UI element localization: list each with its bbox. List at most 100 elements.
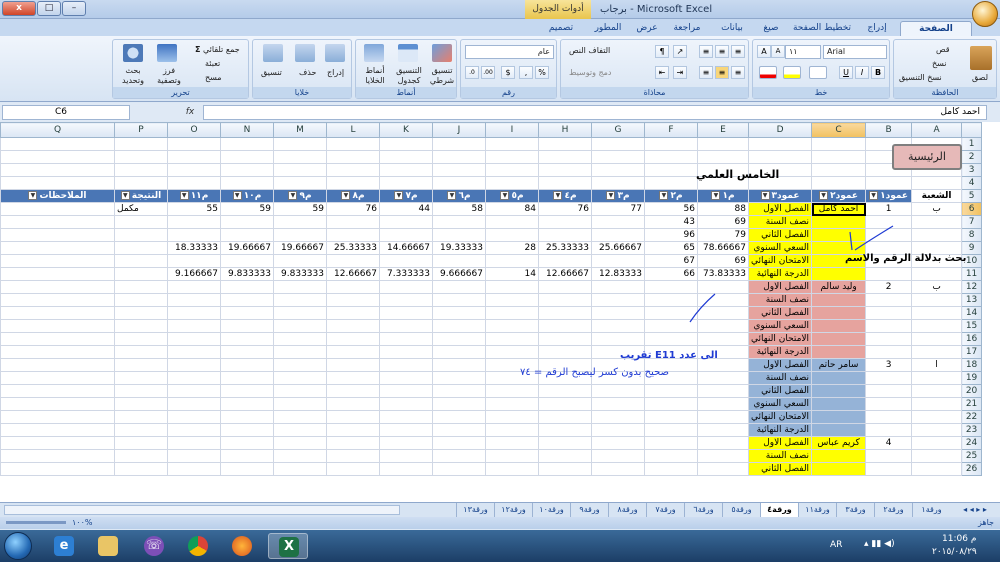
cell-k20[interactable] (379, 384, 433, 398)
minimize-button[interactable]: – (62, 1, 86, 16)
cell-b26[interactable] (865, 462, 913, 476)
cell-c15[interactable] (811, 319, 867, 333)
cell-k23[interactable] (379, 423, 433, 437)
cell-i13[interactable] (485, 293, 539, 307)
cell-m16[interactable] (273, 332, 327, 346)
sheet-tab[interactable]: ورقة٤ (760, 503, 798, 517)
cell-n23[interactable] (220, 423, 274, 437)
font-color-icon[interactable] (759, 66, 777, 79)
column-header-d[interactable]: D (747, 122, 813, 138)
cell-o23[interactable] (167, 423, 221, 437)
align-middle-button[interactable]: ≡ (715, 45, 729, 58)
cell-k9[interactable]: 14.66667 (379, 241, 433, 255)
cell-e7[interactable]: 69 (697, 215, 749, 229)
sheet-tab[interactable]: ورقة١٣ (456, 503, 494, 517)
cell-styles-button[interactable]: أنماط الخلايا (358, 66, 392, 86)
cell-g7[interactable] (591, 215, 645, 229)
cell-l18[interactable] (326, 358, 380, 372)
filter-dropdown-icon[interactable]: ▼ (659, 190, 669, 200)
insert-cells-icon[interactable] (325, 44, 345, 62)
clock-time[interactable]: 11:06 م (942, 534, 976, 544)
format-cells-button[interactable]: تنسيق (261, 68, 282, 78)
cell-k7[interactable] (379, 215, 433, 229)
cell-n12[interactable] (220, 280, 274, 294)
cell-j24[interactable] (432, 436, 486, 450)
cell-h24[interactable] (538, 436, 592, 450)
cell-n10[interactable] (220, 254, 274, 268)
cell-i1[interactable] (485, 137, 539, 151)
cell-g21[interactable] (591, 397, 645, 411)
cell-o12[interactable] (167, 280, 221, 294)
worksheet-grid[interactable]: Q P O N M L K J I H G F E D C B A 1 2 3 4 ▼ الملاحظات ▼ النتيجة ▼… (0, 122, 1000, 502)
cell-a21[interactable] (911, 397, 963, 411)
borders-icon[interactable] (809, 66, 827, 79)
cell-g12[interactable] (591, 280, 645, 294)
cell-j1[interactable] (432, 137, 486, 151)
maximize-button[interactable]: □ (37, 1, 61, 16)
cell-f14[interactable] (644, 306, 698, 320)
cell-m24[interactable] (273, 436, 327, 450)
insert-cells-button[interactable]: إدراج (327, 68, 344, 78)
cell-k18[interactable] (379, 358, 433, 372)
align-bottom-button[interactable]: ≡ (699, 45, 713, 58)
cell-k21[interactable] (379, 397, 433, 411)
conditional-format-button[interactable]: تنسيق شرطي (426, 66, 458, 86)
taskbar-ie[interactable]: e (44, 533, 84, 559)
sheet-tab[interactable]: ورقة١٠ (532, 503, 570, 517)
cell-m6[interactable]: 59 (273, 202, 327, 216)
cell-o14[interactable] (167, 306, 221, 320)
cell-b22[interactable] (865, 410, 913, 424)
filter-dropdown-icon[interactable]: ▼ (341, 190, 351, 200)
filter-dropdown-icon[interactable]: ▼ (28, 190, 38, 200)
cell-c5[interactable]: ▼ عمود٢ (811, 189, 867, 203)
filter-dropdown-icon[interactable]: ▼ (819, 190, 829, 200)
format-as-table-button[interactable]: التنسيق كجدول (392, 66, 426, 86)
column-header-j[interactable]: J (432, 122, 486, 138)
tab-insert[interactable]: إدراج (858, 21, 896, 36)
cell-a23[interactable] (911, 423, 963, 437)
cell-c26[interactable] (811, 462, 867, 476)
cell-d11[interactable]: الدرجة النهائية (747, 267, 813, 281)
sheet-tab[interactable]: ورقة٧ (646, 503, 684, 517)
cell-f1[interactable] (644, 137, 698, 151)
cell-n24[interactable] (220, 436, 274, 450)
filter-dropdown-icon[interactable]: ▼ (232, 190, 242, 200)
cut-button[interactable]: قص (936, 45, 950, 55)
cell-m20[interactable] (273, 384, 327, 398)
cell-q6[interactable] (0, 202, 115, 216)
tab-developer[interactable]: المطور (588, 21, 628, 36)
cell-l3[interactable] (326, 163, 380, 177)
cell-f9[interactable]: 65 (644, 241, 698, 255)
cell-j8[interactable] (432, 228, 486, 242)
cell-p2[interactable] (114, 150, 168, 164)
cell-g1[interactable] (591, 137, 645, 151)
cell-q4[interactable] (0, 176, 115, 190)
cell-n14[interactable] (220, 306, 274, 320)
cell-m12[interactable] (273, 280, 327, 294)
cell-o4[interactable] (167, 176, 221, 190)
cell-h25[interactable] (538, 449, 592, 463)
cell-e26[interactable] (697, 462, 749, 476)
cell-o26[interactable] (167, 462, 221, 476)
taskbar-firefox[interactable] (222, 533, 262, 559)
row-header-16[interactable]: 16 (961, 332, 983, 346)
cell-a7[interactable] (911, 215, 963, 229)
cell-n22[interactable] (220, 410, 274, 424)
cell-q13[interactable] (0, 293, 115, 307)
cell-b20[interactable] (865, 384, 913, 398)
row-header-21[interactable]: 21 (961, 397, 983, 411)
cell-p17[interactable] (114, 345, 168, 359)
cell-q22[interactable] (0, 410, 115, 424)
cell-f4[interactable] (644, 176, 698, 190)
cell-m17[interactable] (273, 345, 327, 359)
cell-g4[interactable] (591, 176, 645, 190)
cell-o18[interactable] (167, 358, 221, 372)
cell-k1[interactable] (379, 137, 433, 151)
cell-h7[interactable] (538, 215, 592, 229)
cell-e22[interactable] (697, 410, 749, 424)
taskbar-excel[interactable]: X (268, 533, 308, 559)
cell-e15[interactable] (697, 319, 749, 333)
cell-e11[interactable]: 73.83333 (697, 267, 749, 281)
column-header-a[interactable]: A (911, 122, 963, 138)
cell-b4[interactable] (865, 176, 913, 190)
